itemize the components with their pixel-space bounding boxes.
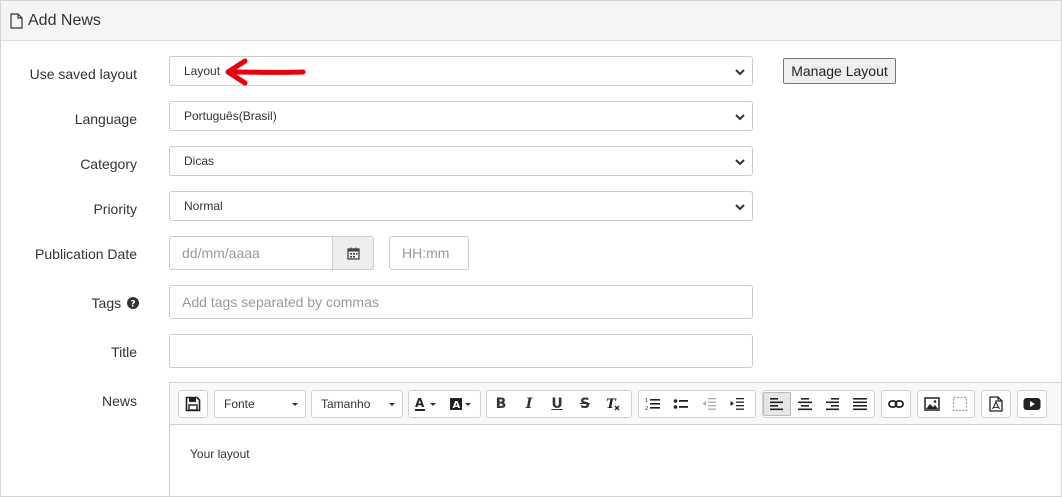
calendar-button[interactable] — [332, 236, 374, 270]
strikethrough-button[interactable]: S — [571, 391, 599, 417]
italic-button[interactable]: I — [515, 391, 543, 417]
save-button[interactable] — [179, 391, 207, 417]
publication-date-label: Publication Date — [35, 246, 137, 262]
date-input[interactable] — [169, 236, 333, 270]
saved-layout-label: Use saved layout — [29, 66, 137, 82]
tags-label-group: Tags ? — [92, 295, 139, 311]
editor-content-text: Your layout — [190, 447, 250, 461]
chevron-down-icon — [735, 159, 745, 166]
pdf-button[interactable] — [982, 391, 1010, 417]
text-color-button[interactable]: A — [409, 391, 445, 417]
placeholder-box-button[interactable] — [946, 391, 974, 417]
category-select[interactable]: Dicas — [169, 146, 753, 176]
category-value: Dicas — [184, 154, 215, 168]
link-icon — [888, 400, 904, 408]
bold-icon: B — [495, 396, 507, 412]
align-left-icon — [769, 398, 783, 411]
background-color-button[interactable]: A — [445, 391, 481, 417]
svg-text:2: 2 — [645, 406, 648, 412]
toolbar-group-lists: 1 2 — [638, 390, 756, 418]
youtube-button[interactable] — [1018, 391, 1046, 417]
font-combo[interactable]: Fonte — [214, 390, 306, 418]
bold-button[interactable]: B — [487, 391, 515, 417]
toolbar-group-align — [762, 390, 875, 418]
floppy-disk-icon — [185, 396, 201, 412]
red-arrow-annotation — [225, 58, 306, 86]
document-icon — [10, 12, 23, 29]
italic-icon: I — [525, 396, 533, 412]
image-button[interactable] — [918, 391, 946, 417]
dashed-box-icon — [952, 396, 968, 412]
remove-format-icon: T — [606, 397, 620, 412]
svg-text:A: A — [453, 400, 461, 411]
remove-format-button[interactable]: T — [599, 391, 627, 417]
news-label: News — [101, 393, 137, 409]
image-icon — [924, 397, 940, 411]
tags-input[interactable] — [169, 285, 753, 319]
align-center-icon — [797, 398, 812, 411]
caret-down-icon — [292, 403, 298, 406]
svg-text:?: ? — [130, 299, 135, 309]
size-combo[interactable]: Tamanho — [311, 390, 403, 418]
indent-icon — [730, 398, 744, 410]
editor-toolbar: Fonte Tamanho A A B I U S T 1 2 — [170, 383, 1061, 425]
underline-button[interactable]: U — [543, 391, 571, 417]
link-button[interactable] — [882, 391, 910, 417]
caret-down-icon — [389, 403, 395, 406]
title-label: Title — [111, 344, 137, 360]
bulleted-list-icon — [673, 399, 688, 409]
category-label: Category — [80, 156, 137, 172]
calendar-icon — [346, 247, 360, 260]
underline-icon: U — [551, 396, 563, 412]
tags-label: Tags — [91, 295, 122, 311]
chevron-down-icon — [735, 114, 745, 121]
toolbar-group-video — [1017, 390, 1047, 418]
numbered-list-icon: 1 2 — [645, 398, 660, 412]
align-right-button[interactable] — [819, 391, 847, 417]
add-news-panel: Add News Use saved layout Layout Manage … — [0, 0, 1062, 497]
svg-text:1: 1 — [645, 398, 648, 404]
title-input[interactable] — [169, 334, 753, 368]
language-select[interactable]: Português(Brasil) — [169, 101, 753, 131]
priority-value: Normal — [184, 199, 223, 213]
size-combo-label: Tamanho — [321, 397, 371, 411]
align-left-button[interactable] — [763, 392, 791, 416]
background-color-icon: A — [450, 398, 472, 411]
priority-select[interactable]: Normal — [169, 191, 753, 221]
toolbar-group-link — [881, 390, 911, 418]
align-right-icon — [826, 398, 840, 411]
manage-layout-button[interactable]: Manage Layout — [783, 58, 896, 84]
toolbar-group-pdf — [981, 390, 1011, 418]
bulleted-list-button[interactable] — [667, 391, 695, 417]
priority-label: Priority — [93, 201, 137, 217]
editor-content-area[interactable]: Your layout — [170, 425, 1061, 483]
language-label: Language — [74, 111, 137, 127]
toolbar-group-media — [917, 390, 975, 418]
toolbar-group-styles: B I U S T — [486, 390, 632, 418]
justify-icon — [853, 398, 868, 411]
toolbar-group-colors: A A — [408, 390, 481, 418]
numbered-list-button[interactable]: 1 2 — [639, 391, 667, 417]
align-center-button[interactable] — [791, 391, 819, 417]
language-value: Português(Brasil) — [184, 109, 277, 123]
saved-layout-value: Layout — [184, 64, 221, 78]
chevron-down-icon — [735, 204, 745, 211]
time-input[interactable] — [389, 236, 469, 270]
question-circle-icon[interactable]: ? — [127, 297, 139, 309]
justify-button[interactable] — [846, 391, 874, 417]
svg-text:A: A — [415, 396, 425, 410]
panel-header: Add News — [1, 1, 1061, 41]
text-color-icon: A — [414, 396, 436, 411]
outdent-button[interactable] — [695, 391, 723, 417]
outdent-icon — [702, 398, 716, 410]
news-editor: Fonte Tamanho A A B I U S T 1 2 Your lay… — [169, 382, 1061, 496]
youtube-icon — [1023, 398, 1041, 410]
font-combo-label: Fonte — [224, 397, 255, 411]
panel-title: Add News — [28, 11, 101, 29]
pdf-icon — [989, 396, 1003, 412]
strikethrough-icon: S — [579, 396, 591, 412]
indent-button[interactable] — [723, 391, 751, 417]
chevron-down-icon — [735, 69, 745, 76]
toolbar-group-save — [178, 390, 208, 418]
